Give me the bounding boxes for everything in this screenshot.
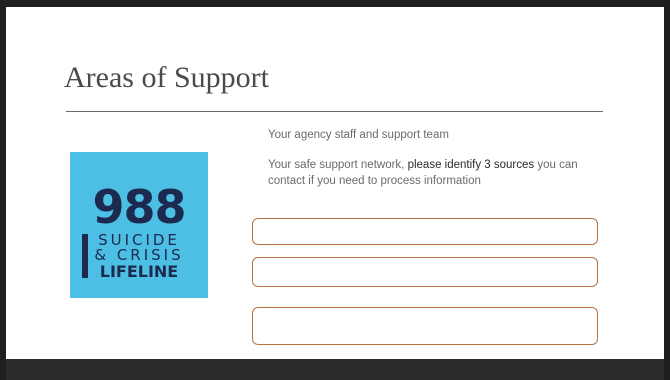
slide-title: Areas of Support (64, 61, 269, 94)
support-source-field-3[interactable] (252, 307, 598, 345)
logo-word-lifeline: LIFELINE (99, 262, 179, 281)
support-network-text: Your safe support network, please identi… (268, 157, 603, 189)
logo-number: 988 (92, 180, 186, 234)
logo-word-crisis: & CRISIS (94, 246, 184, 264)
support-team-text: Your agency staff and support team (268, 129, 449, 141)
slide: Areas of Support Your agency staff and s… (6, 7, 664, 359)
title-divider (66, 111, 603, 112)
support-network-text-part1: Your safe support network, (268, 159, 408, 171)
support-network-emphasis: please identify 3 sources (407, 159, 535, 171)
logo-background: 988 SUICIDE & CRISIS LIFELINE (70, 152, 208, 298)
footer-bar (6, 359, 664, 380)
support-source-field-2[interactable] (252, 257, 598, 287)
support-source-field-1[interactable] (252, 218, 598, 245)
lifeline-logo: 988 SUICIDE & CRISIS LIFELINE (64, 146, 214, 302)
